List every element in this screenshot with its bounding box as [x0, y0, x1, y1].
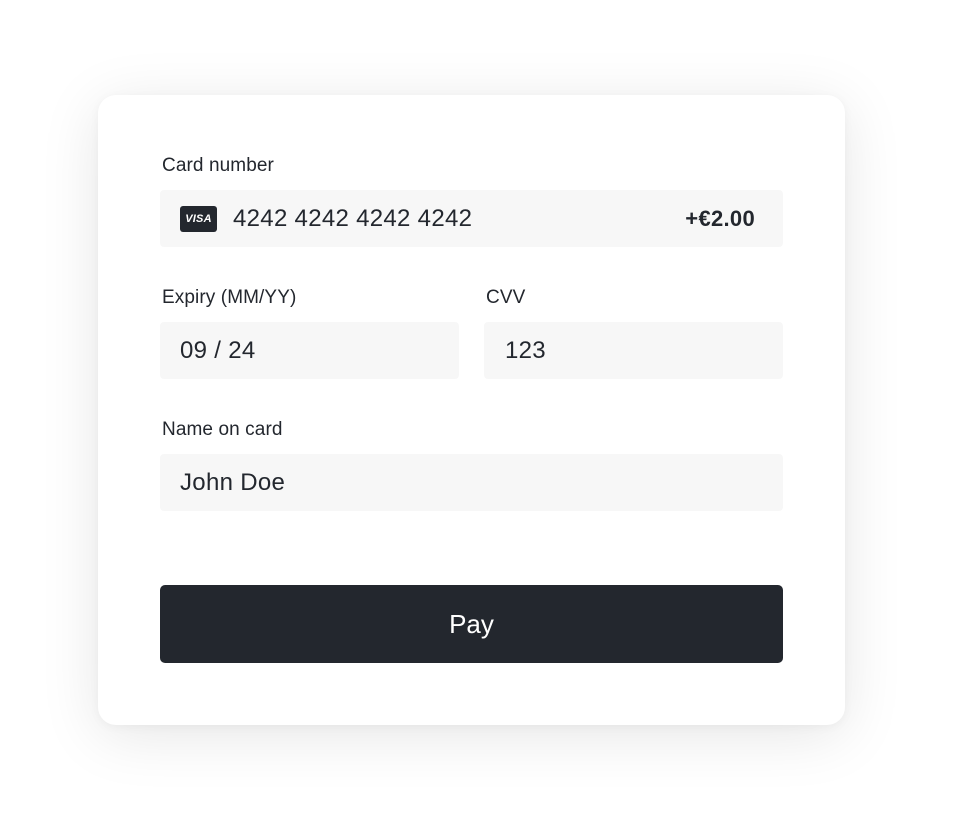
payment-card: Card number VISA 4242 4242 4242 4242 +€2…	[98, 95, 845, 725]
card-number-field[interactable]: VISA 4242 4242 4242 4242 +€2.00	[160, 190, 783, 247]
expiry-value: 09 / 24	[180, 336, 256, 364]
card-number-value: 4242 4242 4242 4242	[233, 204, 473, 232]
cvv-field[interactable]: 123	[484, 322, 783, 379]
pay-button[interactable]: Pay	[160, 585, 783, 663]
card-number-label: Card number	[162, 155, 274, 176]
card-fee-amount: +€2.00	[685, 205, 755, 231]
name-on-card-value: John Doe	[180, 468, 286, 496]
cvv-label: CVV	[486, 287, 526, 308]
page-background: Card number VISA 4242 4242 4242 4242 +€2…	[0, 0, 960, 823]
visa-brand-text: VISA	[185, 212, 212, 225]
name-on-card-label: Name on card	[162, 419, 283, 440]
visa-card-icon: VISA	[180, 205, 217, 232]
expiry-label: Expiry (MM/YY)	[162, 287, 297, 308]
cvv-value: 123	[505, 336, 546, 364]
name-on-card-field[interactable]: John Doe	[160, 454, 783, 511]
expiry-field[interactable]: 09 / 24	[160, 322, 459, 379]
